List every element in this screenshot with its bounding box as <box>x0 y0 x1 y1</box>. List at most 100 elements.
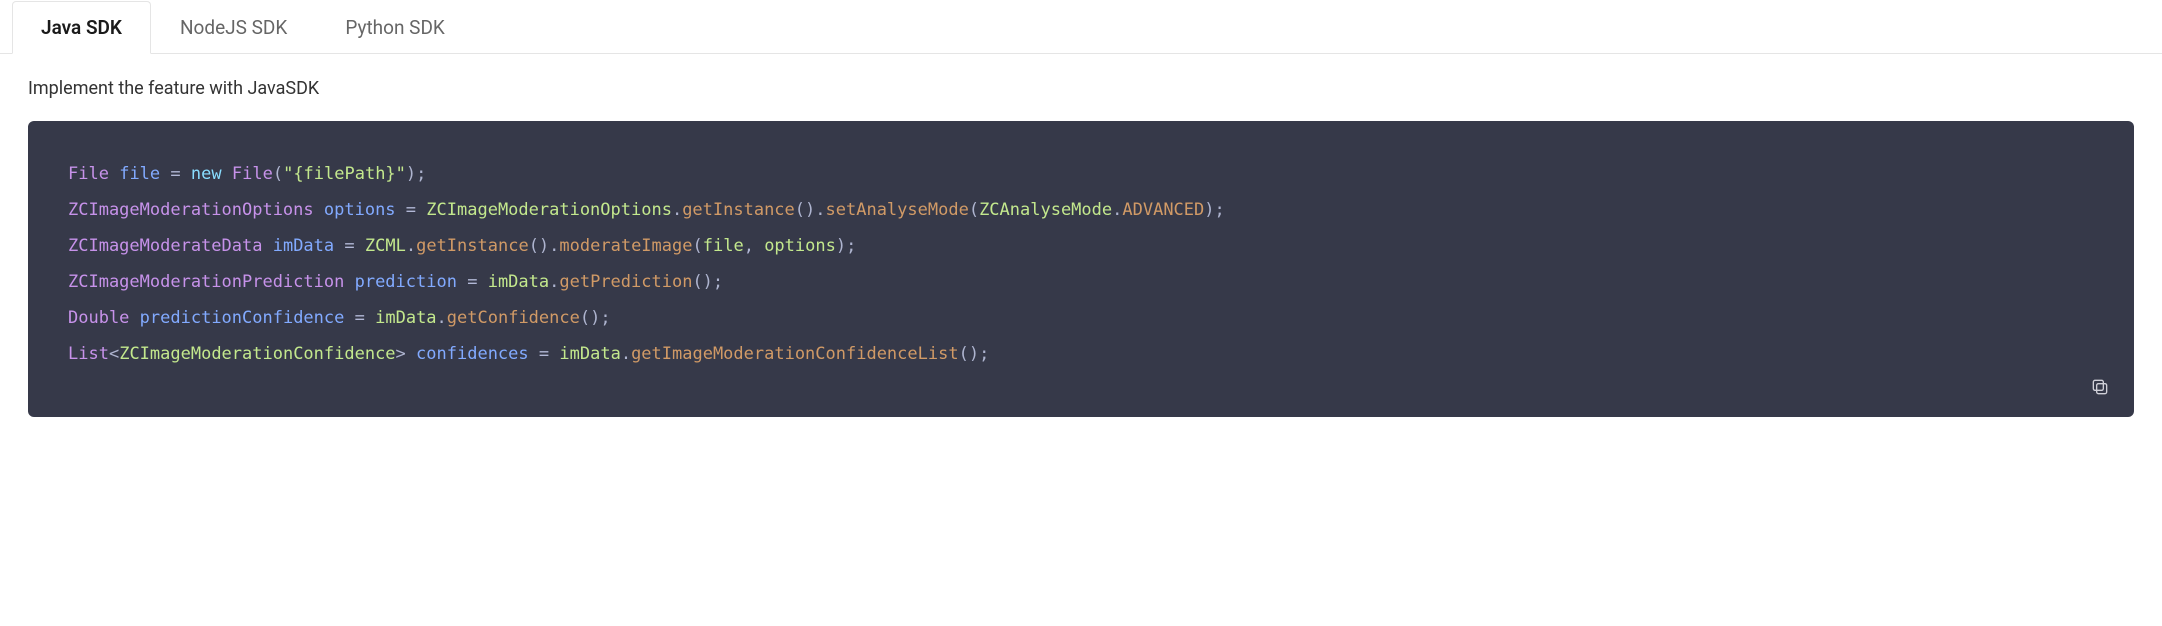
code-token: imData <box>488 272 549 292</box>
code-token: . <box>549 272 559 292</box>
code-token: ( <box>969 200 979 220</box>
code-token: . <box>621 344 631 364</box>
sdk-description: Implement the feature with JavaSDK <box>28 78 2134 99</box>
code-token <box>181 164 191 184</box>
code-line: ZCImageModerationPrediction prediction =… <box>68 272 723 292</box>
code-token: getInstance <box>682 200 795 220</box>
tab-content: Implement the feature with JavaSDK File … <box>0 54 2162 441</box>
code-token: ADVANCED <box>1122 200 1204 220</box>
code-token <box>109 164 119 184</box>
tab-java-sdk[interactable]: Java SDK <box>12 1 151 54</box>
code-token: ZCImageModerationConfidence <box>119 344 395 364</box>
code-token: moderateImage <box>559 236 692 256</box>
code-token <box>314 200 324 220</box>
code-line: File file = new File("{filePath}"); <box>68 164 426 184</box>
code-token: ZCImageModerationOptions <box>68 200 314 220</box>
tab-nodejs-sdk[interactable]: NodeJS SDK <box>151 1 316 54</box>
code-token: options <box>764 236 836 256</box>
code-token: ; <box>713 272 723 292</box>
code-token: getConfidence <box>447 308 580 328</box>
tab-label: Java SDK <box>41 16 122 39</box>
tab-label: NodeJS SDK <box>180 16 287 39</box>
code-token: () <box>959 344 979 364</box>
code-token: ; <box>1215 200 1225 220</box>
code-token: ; <box>846 236 856 256</box>
code-token: imData <box>375 308 436 328</box>
code-token: ; <box>600 308 610 328</box>
code-token <box>344 272 354 292</box>
code-token <box>262 236 272 256</box>
code-block: File file = new File("{filePath}"); ZCIm… <box>28 121 2134 417</box>
code-token: > <box>396 344 406 364</box>
code-token: "{filePath}" <box>283 164 406 184</box>
code-token <box>344 308 354 328</box>
code-token: File <box>68 164 109 184</box>
code-token: file <box>119 164 160 184</box>
code-token: = <box>344 236 354 256</box>
code-token: , <box>744 236 754 256</box>
code-token: = <box>170 164 180 184</box>
code-token: ; <box>979 344 989 364</box>
code: File file = new File("{filePath}"); ZCIm… <box>68 164 1225 364</box>
code-token: ( <box>692 236 702 256</box>
code-token: = <box>467 272 477 292</box>
code-token: file <box>703 236 744 256</box>
code-token: confidences <box>416 344 529 364</box>
sdk-tabs: Java SDK NodeJS SDK Python SDK <box>0 0 2162 54</box>
code-token: . <box>437 308 447 328</box>
code-line: Double predictionConfidence = imData.get… <box>68 308 611 328</box>
code-token: List <box>68 344 109 364</box>
code-token <box>334 236 344 256</box>
copy-icon <box>2090 377 2110 397</box>
tab-python-sdk[interactable]: Python SDK <box>316 1 474 54</box>
code-token <box>754 236 764 256</box>
code-token: predictionConfidence <box>140 308 345 328</box>
code-token: getPrediction <box>559 272 692 292</box>
code-token: File <box>232 164 273 184</box>
code-token: imData <box>273 236 334 256</box>
code-token: setAnalyseMode <box>826 200 969 220</box>
code-token: ZCML <box>365 236 406 256</box>
code-token: getInstance <box>416 236 529 256</box>
code-token <box>396 200 406 220</box>
code-token: . <box>815 200 825 220</box>
code-token <box>365 308 375 328</box>
code-token: imData <box>559 344 620 364</box>
code-token: () <box>580 308 600 328</box>
code-token: new <box>191 164 222 184</box>
code-token: ( <box>273 164 283 184</box>
code-token <box>457 272 467 292</box>
code-token: ZCImageModerationOptions <box>426 200 672 220</box>
code-token: ) <box>1204 200 1214 220</box>
code-token: . <box>406 236 416 256</box>
code-token <box>529 344 539 364</box>
code-token: ZCAnalyseMode <box>979 200 1112 220</box>
code-line: ZCImageModerationOptions options = ZCIma… <box>68 200 1225 220</box>
code-token: () <box>529 236 549 256</box>
code-token: = <box>406 200 416 220</box>
code-token: . <box>1112 200 1122 220</box>
code-token <box>129 308 139 328</box>
code-token <box>160 164 170 184</box>
code-token: prediction <box>355 272 457 292</box>
sdk-doc-container: Java SDK NodeJS SDK Python SDK Implement… <box>0 0 2162 441</box>
code-line: ZCImageModerateData imData = ZCML.getIns… <box>68 236 856 256</box>
code-token: = <box>355 308 365 328</box>
code-token <box>416 200 426 220</box>
code-token: ZCImageModerationPrediction <box>68 272 344 292</box>
code-token: ; <box>416 164 426 184</box>
code-token: . <box>549 236 559 256</box>
code-token <box>355 236 365 256</box>
code-token: Double <box>68 308 129 328</box>
code-token: getImageModerationConfidenceList <box>631 344 959 364</box>
code-token <box>549 344 559 364</box>
code-token: ) <box>406 164 416 184</box>
code-token: () <box>692 272 712 292</box>
code-token <box>406 344 416 364</box>
copy-button[interactable] <box>2086 373 2114 401</box>
code-token: < <box>109 344 119 364</box>
code-token <box>477 272 487 292</box>
code-token <box>222 164 232 184</box>
code-token: ZCImageModerateData <box>68 236 262 256</box>
code-token: = <box>539 344 549 364</box>
